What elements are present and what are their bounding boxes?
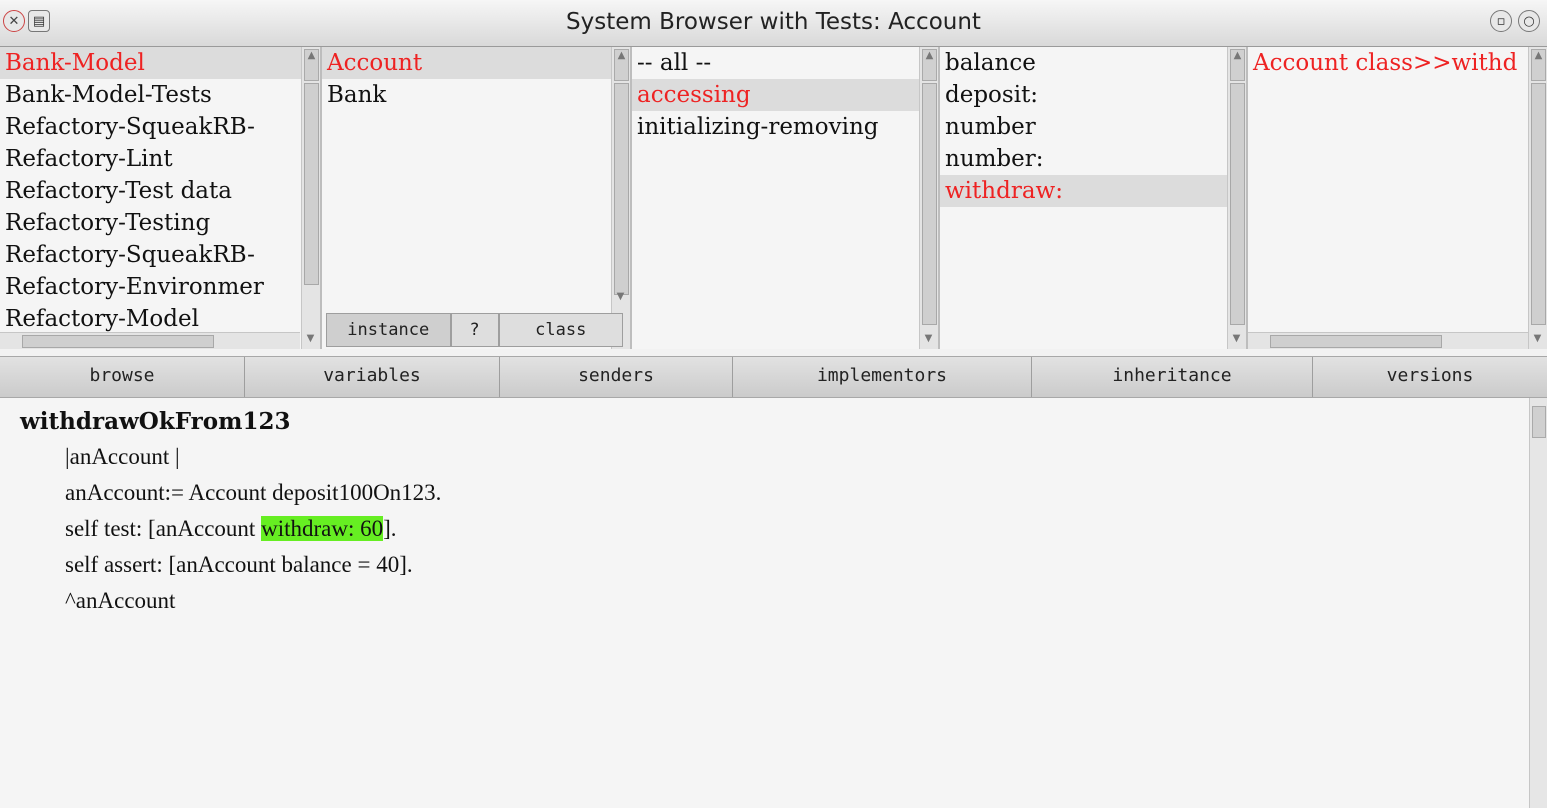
package-hscroll[interactable] bbox=[0, 332, 300, 349]
package-item[interactable]: Refactory-Testing bbox=[0, 207, 320, 239]
scroll-thumb[interactable] bbox=[1230, 83, 1245, 325]
code-text: ]. bbox=[383, 516, 397, 541]
method-selector: withdrawOkFrom123 bbox=[20, 408, 291, 435]
collapse-icon[interactable]: ▫ bbox=[1490, 10, 1512, 32]
class-item[interactable]: Account bbox=[322, 47, 630, 79]
package-item[interactable]: Refactory-Model bbox=[0, 303, 320, 335]
package-item[interactable]: Refactory-SqueakRB- bbox=[0, 239, 320, 271]
scroll-up-icon[interactable]: ▲ bbox=[304, 49, 319, 81]
scroll-thumb[interactable] bbox=[922, 83, 937, 325]
variables-button[interactable]: variables bbox=[245, 357, 500, 397]
scroll-down-icon[interactable]: ▼ bbox=[1531, 333, 1544, 347]
package-item[interactable]: Bank-Model-Tests bbox=[0, 79, 320, 111]
implementors-button[interactable]: implementors bbox=[733, 357, 1032, 397]
class-list[interactable]: Account Bank bbox=[322, 47, 630, 111]
instance-button[interactable]: instance bbox=[326, 313, 451, 347]
inheritance-button[interactable]: inheritance bbox=[1032, 357, 1313, 397]
code-line: |anAccount | bbox=[65, 444, 180, 469]
code-vscroll[interactable] bbox=[1529, 398, 1547, 808]
scroll-up-icon[interactable] bbox=[1532, 406, 1546, 438]
help-button[interactable]: ? bbox=[450, 313, 499, 347]
scroll-thumb[interactable] bbox=[1270, 335, 1442, 348]
versions-button[interactable]: versions bbox=[1313, 357, 1547, 397]
scroll-down-icon[interactable]: ▼ bbox=[922, 333, 935, 347]
package-vscroll[interactable]: ▲ ▼ bbox=[301, 47, 320, 349]
test-item[interactable]: Account class>>withd bbox=[1248, 47, 1547, 79]
class-vscroll[interactable]: ▲ ▼ bbox=[611, 47, 630, 349]
protocol-list[interactable]: -- all -- accessing initializing-removin… bbox=[632, 47, 938, 143]
scroll-up-icon[interactable]: ▲ bbox=[922, 49, 937, 81]
method-list[interactable]: balance deposit: number number: withdraw… bbox=[940, 47, 1246, 207]
method-item[interactable]: number bbox=[940, 111, 1246, 143]
expand-icon[interactable]: ○ bbox=[1518, 10, 1540, 32]
highlighted-code: withdraw: 60 bbox=[261, 516, 384, 541]
code-line: self assert: [anAccount balance = 40]. bbox=[65, 552, 413, 577]
scroll-up-icon[interactable]: ▲ bbox=[614, 49, 629, 81]
class-switch[interactable]: instance ? class bbox=[326, 313, 623, 347]
method-item[interactable]: balance bbox=[940, 47, 1246, 79]
protocol-item[interactable]: accessing bbox=[632, 79, 938, 111]
protocol-item[interactable]: initializing-removing bbox=[632, 111, 938, 143]
scroll-thumb[interactable] bbox=[614, 83, 629, 295]
protocol-pane[interactable]: -- all -- accessing initializing-removin… bbox=[632, 47, 940, 349]
scroll-down-icon[interactable]: ▼ bbox=[304, 333, 317, 347]
test-pane[interactable]: Account class>>withd ▲ ▼ bbox=[1248, 47, 1547, 349]
method-vscroll[interactable]: ▲ ▼ bbox=[1227, 47, 1246, 349]
scroll-up-icon[interactable]: ▲ bbox=[1531, 49, 1546, 81]
protocol-item[interactable]: -- all -- bbox=[632, 47, 938, 79]
code-line: self test: [anAccount withdraw: 60]. bbox=[65, 516, 397, 542]
browser-button-bar: browse variables senders implementors in… bbox=[0, 356, 1547, 398]
method-item[interactable]: deposit: bbox=[940, 79, 1246, 111]
window-titlebar[interactable]: ✕ ▤ System Browser with Tests: Account ▫… bbox=[0, 0, 1547, 47]
code-editor[interactable]: withdrawOkFrom123 |anAccount | anAccount… bbox=[0, 398, 1530, 808]
package-item[interactable]: Bank-Model bbox=[0, 47, 320, 79]
package-item[interactable]: Refactory-Lint bbox=[0, 143, 320, 175]
package-item[interactable]: Refactory-Test data bbox=[0, 175, 320, 207]
scroll-thumb[interactable] bbox=[304, 83, 319, 285]
class-pane[interactable]: Account Bank ▲ ▼ bbox=[322, 47, 632, 349]
method-item[interactable]: number: bbox=[940, 143, 1246, 175]
browse-button[interactable]: browse bbox=[0, 357, 245, 397]
package-pane[interactable]: Bank-Model Bank-Model-Tests Refactory-Sq… bbox=[0, 47, 322, 349]
test-vscroll[interactable]: ▲ ▼ bbox=[1528, 47, 1547, 349]
protocol-vscroll[interactable]: ▲ ▼ bbox=[919, 47, 938, 349]
scroll-thumb[interactable] bbox=[22, 335, 214, 348]
method-item[interactable]: withdraw: bbox=[940, 175, 1246, 207]
test-hscroll[interactable] bbox=[1248, 332, 1528, 349]
method-pane[interactable]: balance deposit: number number: withdraw… bbox=[940, 47, 1248, 349]
class-item[interactable]: Bank bbox=[322, 79, 630, 111]
scroll-thumb[interactable] bbox=[1531, 83, 1546, 325]
package-list[interactable]: Bank-Model Bank-Model-Tests Refactory-Sq… bbox=[0, 47, 320, 335]
senders-button[interactable]: senders bbox=[500, 357, 733, 397]
scroll-down-icon[interactable]: ▼ bbox=[614, 291, 627, 305]
package-item[interactable]: Refactory-Environmer bbox=[0, 271, 320, 303]
test-list[interactable]: Account class>>withd bbox=[1248, 47, 1547, 79]
package-item[interactable]: Refactory-SqueakRB- bbox=[0, 111, 320, 143]
class-side-button[interactable]: class bbox=[498, 313, 623, 347]
code-line: ^anAccount bbox=[65, 588, 176, 613]
scroll-down-icon[interactable]: ▼ bbox=[1230, 333, 1243, 347]
code-text: self test: [anAccount bbox=[65, 516, 262, 541]
scroll-up-icon[interactable]: ▲ bbox=[1230, 49, 1245, 81]
window-title: System Browser with Tests: Account bbox=[566, 9, 981, 35]
code-line: anAccount:= Account deposit100On123. bbox=[65, 480, 442, 505]
